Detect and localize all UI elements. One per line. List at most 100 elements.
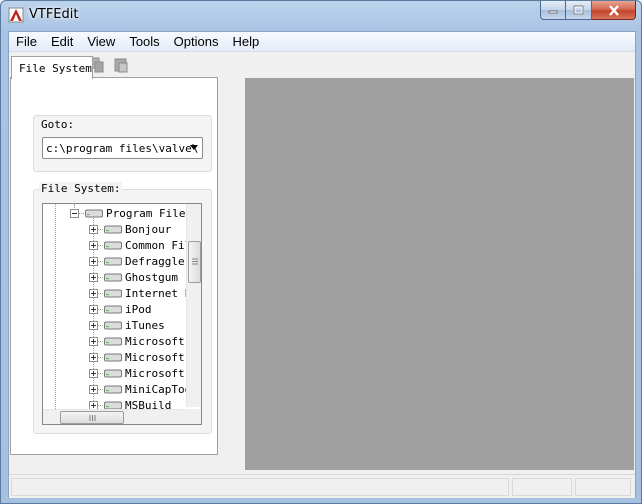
vertical-scroll-thumb[interactable] (188, 241, 201, 283)
close-icon (608, 4, 619, 16)
tree-node-folder[interactable]: Internet E (89, 285, 191, 301)
goto-combobox-value: c:\program files\valve\ (46, 142, 199, 155)
maximize-icon (573, 5, 584, 15)
toolbar (9, 53, 635, 77)
expand-icon[interactable] (89, 368, 98, 378)
tree-node-folder[interactable]: Bonjour (89, 221, 171, 237)
drive-icon (104, 225, 122, 234)
tree-horizontal-scrollbar[interactable] (43, 409, 186, 424)
tree-node-folder[interactable]: Common Fil (89, 237, 191, 253)
status-pane-main (11, 478, 509, 496)
expand-icon[interactable] (89, 288, 98, 298)
drive-icon (104, 257, 122, 266)
drive-icon (104, 273, 122, 282)
tree-connector (98, 372, 103, 374)
tree-connector (98, 388, 103, 390)
paste-icon (114, 58, 128, 73)
expand-icon[interactable] (89, 240, 98, 250)
horizontal-scroll-thumb[interactable] (60, 411, 124, 424)
expand-icon[interactable] (89, 256, 98, 266)
menu-tools[interactable]: Tools (122, 32, 166, 52)
tree-node-label: Microsoft (125, 366, 185, 380)
tree-connector (98, 308, 103, 310)
caption-buttons (540, 1, 636, 21)
drive-icon (104, 321, 122, 330)
window-title: VTFEdit (29, 7, 79, 22)
expand-icon[interactable] (89, 304, 98, 314)
grip-icon (192, 258, 198, 265)
tree-node-folder[interactable]: Microsoft (89, 349, 185, 365)
tree-connector (98, 356, 103, 358)
status-pane-tertiary (575, 478, 631, 496)
drive-icon (104, 385, 122, 394)
status-pane-secondary (512, 478, 572, 496)
goto-combobox[interactable]: c:\program files\valve\ (42, 137, 203, 159)
goto-label: Goto: (39, 118, 77, 131)
collapse-icon[interactable] (70, 208, 79, 218)
tree-guide-line (55, 204, 56, 409)
tree-node-label: Defraggler (125, 254, 192, 268)
vtfedit-app-icon (8, 7, 24, 23)
drive-icon (85, 209, 103, 218)
drive-icon (104, 241, 122, 250)
tree-node-label: Bonjour (125, 222, 172, 236)
expand-icon[interactable] (89, 224, 98, 234)
menu-file[interactable]: File (9, 32, 44, 52)
tab-file-system[interactable]: File System (11, 56, 93, 79)
tree-node-folder[interactable]: iPod (89, 301, 152, 317)
tree-node-folder[interactable]: Microsoft (89, 365, 185, 381)
expand-icon[interactable] (89, 320, 98, 330)
expand-icon[interactable] (89, 384, 98, 394)
menu-help[interactable]: Help (225, 32, 266, 52)
menu-bar: File Edit View Tools Options Help (9, 32, 635, 52)
paste-button[interactable] (109, 54, 133, 76)
tree-connector (98, 276, 103, 278)
tree-connector (98, 260, 103, 262)
scrollbar-corner (186, 409, 201, 424)
tree-connector (98, 340, 103, 342)
maximize-button[interactable] (566, 1, 592, 20)
tree-connector (98, 324, 103, 326)
file-system-tree[interactable]: Program Files Bonjour Common Fil Defraggle… (42, 203, 202, 425)
tree-connector (79, 212, 84, 214)
drive-icon (104, 353, 122, 362)
title-bar[interactable]: VTFEdit (1, 1, 641, 31)
file-system-label: File System: (39, 182, 123, 195)
tree-node-folder[interactable]: iTunes (89, 317, 165, 333)
tree-connector (98, 292, 103, 294)
tree-node-folder[interactable]: MiniCapToo (89, 381, 191, 397)
tree-node-folder[interactable]: Microsoft (89, 333, 185, 349)
tree-node-label: Microsoft (125, 350, 185, 364)
expand-icon[interactable] (89, 272, 98, 282)
grip-icon (89, 415, 96, 421)
tree-node-program-files[interactable]: Program Files (70, 205, 192, 221)
status-bar (9, 474, 635, 498)
menu-view[interactable]: View (80, 32, 122, 52)
tree-node-label: Internet E (125, 286, 192, 300)
drive-icon (104, 289, 122, 298)
tree-connector (98, 228, 103, 230)
drive-icon (104, 305, 122, 314)
close-button[interactable] (592, 1, 636, 20)
tree-node-label: Common Fil (125, 238, 192, 252)
tree-node-folder[interactable]: Ghostgum (89, 269, 178, 285)
tree-connector (98, 404, 103, 406)
drive-icon (104, 337, 122, 346)
tree-node-label: Microsoft (125, 334, 185, 348)
tree-node-label: iPod (125, 302, 152, 316)
minimize-icon (548, 10, 558, 14)
minimize-button[interactable] (540, 1, 566, 20)
tree-vertical-scrollbar[interactable] (186, 204, 201, 407)
tree-node-label: MiniCapToo (125, 382, 192, 396)
expand-icon[interactable] (89, 336, 98, 346)
tree-node-label: iTunes (125, 318, 165, 332)
menu-options[interactable]: Options (167, 32, 226, 52)
texture-workspace (245, 78, 634, 470)
tree-node-folder[interactable]: Defraggler (89, 253, 191, 269)
tree-node-label: Program Files (106, 206, 193, 220)
menu-edit[interactable]: Edit (44, 32, 80, 52)
tree-connector (98, 244, 103, 246)
tree-node-label: Ghostgum (125, 270, 178, 284)
expand-icon[interactable] (89, 352, 98, 362)
drive-icon (104, 369, 122, 378)
